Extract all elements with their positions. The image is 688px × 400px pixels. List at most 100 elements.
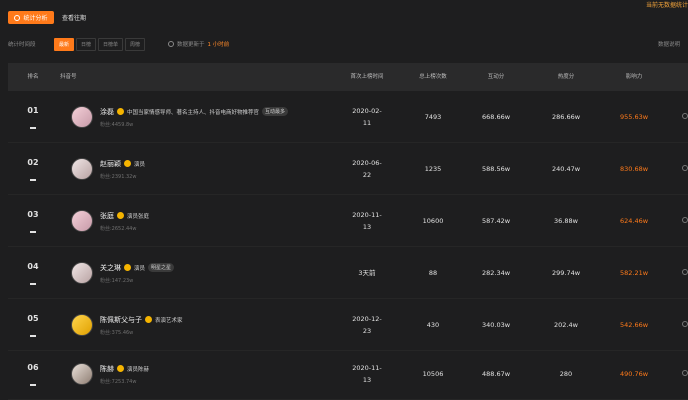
avatar[interactable] [71,363,93,385]
rank-number: 04 [27,262,39,272]
rank-change-indicator [30,335,36,337]
first-listed-cell: 2020-06- 22 [348,143,386,195]
interaction-cell: 587.42w [481,217,511,225]
filter-label: 统计时间段 [8,42,36,48]
table-row[interactable]: 06 陈赫 演员陈赫 粉丝:7253.74w 2020-11- 13 10506 … [8,348,688,400]
fans-count: 粉丝:4459.8w [100,121,134,128]
rank-number: 06 [27,363,39,373]
list-count-cell: 10506 [422,370,444,378]
interaction-cell: 668.66w [481,113,511,121]
tab-daily[interactable]: 日榜 [76,38,97,51]
interaction-cell: 588.56w [481,165,511,173]
account-name[interactable]: 涂磊 [100,107,114,117]
first-listed-day: 22 [362,171,372,179]
account-info: 陈佩斯父与子 表演艺术家 粉丝:375.46w [100,299,183,351]
avatar[interactable] [71,158,93,180]
header-heat: 热度分 [557,74,575,80]
table-row[interactable]: 05 陈佩斯父与子 表演艺术家 粉丝:375.46w 2020-12- 23 43… [8,299,688,351]
account-name[interactable]: 关之琳 [100,263,121,273]
account-info: 涂磊 中国当家情感导师、著名主持人、抖音电商好物推荐官 互动最多 粉丝:4459… [100,91,289,143]
verified-badge-icon [145,316,152,323]
rank-number: 05 [27,314,39,324]
view-history-link[interactable]: 查看往期 [62,13,86,22]
influence-cell: 490.76w [619,370,649,378]
rank-change-indicator [30,384,36,386]
account-tag: 互动最多 [262,107,289,116]
influence-cell: 624.46w [619,217,649,225]
favorite-icon[interactable] [682,165,688,171]
list-count-cell: 1235 [424,165,442,173]
rank-number: 01 [27,106,39,116]
heat-cell: 240.47w [551,165,581,173]
update-prefix: 数据更新于 [177,42,205,48]
account-name[interactable]: 赵丽颖 [100,159,121,169]
heat-cell: 280 [559,370,573,378]
influence-cell: 542.66w [619,321,649,329]
avatar[interactable] [71,210,93,232]
account-info: 赵丽颖 演员 粉丝:2391.32w [100,143,145,195]
data-note-link[interactable]: 数据说明 [658,40,680,48]
table-row[interactable]: 01 涂磊 中国当家情感导师、著名主持人、抖音电商好物推荐官 互动最多 粉丝:4… [8,91,688,143]
rank-change-indicator [30,283,36,285]
first-listed-day: 13 [362,376,372,384]
first-listed-day: 13 [362,223,372,231]
heat-cell: 286.66w [551,113,581,121]
rank-cell: 05 [8,299,58,351]
account-name[interactable]: 陈赫 [100,364,114,374]
first-listed-cell: 2020-12- 23 [348,299,386,351]
verified-badge-icon [117,108,124,115]
chart-icon [14,14,21,21]
avatar[interactable] [71,106,93,128]
rank-cell: 06 [8,348,58,400]
clock-icon [168,41,174,47]
tab-daily-list[interactable]: 日榜单 [98,38,124,51]
fans-count: 粉丝:2652.44w [100,225,137,232]
first-listed-cell: 3天前 [348,247,386,299]
verified-badge-icon [117,365,124,372]
interaction-cell: 282.34w [481,269,511,277]
first-listed-date: 2020-11- [352,364,382,372]
stats-analysis-button[interactable]: 统计分析 [8,11,54,24]
avatar[interactable] [71,262,93,284]
account-info: 关之琳 演员 明星之星 粉丝:147.23w [100,247,175,299]
table-row[interactable]: 04 关之琳 演员 明星之星 粉丝:147.23w 3天前 88 282.34w… [8,247,688,299]
heat-cell: 36.88w [554,217,578,225]
account-info: 张庭 演员张庭 粉丝:2652.44w [100,195,149,247]
first-listed-date: 3天前 [358,269,376,277]
avatar[interactable] [71,314,93,336]
list-count-cell: 10600 [422,217,444,225]
first-listed-day: 11 [362,119,372,127]
table-row[interactable]: 02 赵丽颖 演员 粉丝:2391.32w 2020-06- 22 1235 58… [8,143,688,195]
header-influence: 影响力 [625,74,643,80]
rank-cell: 03 [8,195,58,247]
favorite-icon[interactable] [682,113,688,119]
tab-latest[interactable]: 最新 [54,38,75,51]
header-first-listed: 首次上榜时间 [350,74,384,80]
list-count-cell: 430 [426,321,440,329]
favorite-icon[interactable] [682,217,688,223]
heat-cell: 202.4w [554,321,578,329]
update-value: 1 小时前 [207,42,230,48]
fans-count: 粉丝:7253.74w [100,378,137,385]
favorite-icon[interactable] [682,321,688,327]
table-row[interactable]: 03 张庭 演员张庭 粉丝:2652.44w 2020-11- 13 10600 … [8,195,688,247]
tab-weekly[interactable]: 周榜 [125,38,146,51]
header-list-count: 总上榜次数 [419,74,447,80]
favorite-icon[interactable] [682,269,688,275]
account-desc: 演员陈赫 [127,366,150,373]
first-listed-date: 2020-02- [352,107,382,115]
fans-count: 粉丝:2391.32w [100,173,137,180]
account-name[interactable]: 张庭 [100,211,114,221]
rank-cell: 04 [8,247,58,299]
account-name[interactable]: 陈佩斯父与子 [100,315,142,325]
top-bar: 统计分析 查看往期 当前无数据统计 [0,0,688,30]
first-listed-date: 2020-11- [352,211,382,219]
favorite-icon[interactable] [682,370,688,376]
account-desc: 中国当家情感导师、著名主持人、抖音电商好物推荐官 [127,109,260,116]
first-listed-date: 2020-12- [352,315,382,323]
rank-change-indicator [30,179,36,181]
first-listed-date: 2020-06- [352,159,382,167]
stats-analysis-label: 统计分析 [23,15,48,22]
rank-number: 03 [27,210,39,220]
account-desc: 演员 [134,265,146,272]
